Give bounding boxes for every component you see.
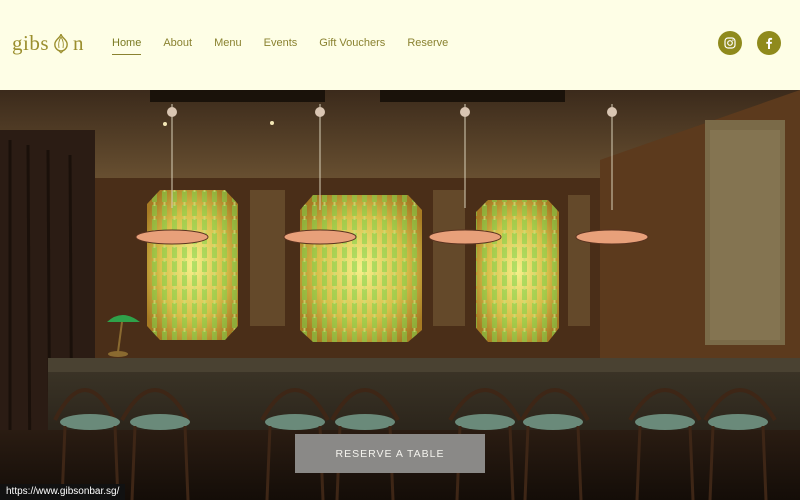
- hero-image: RESERVE A TABLE: [0, 90, 800, 500]
- glowing-shelf-left: [147, 190, 238, 340]
- nav-home[interactable]: Home: [112, 36, 142, 55]
- footer-url[interactable]: https://www.gibsonbar.sg/: [0, 484, 126, 500]
- brand-logo[interactable]: gibs n: [12, 28, 84, 58]
- glowing-shelf-center: [300, 195, 422, 342]
- site-header: gibs n Home About Menu Events Gift Vouch…: [0, 0, 800, 90]
- nav-events[interactable]: Events: [264, 36, 298, 55]
- main-nav: Home About Menu Events Gift Vouchers Res…: [112, 36, 470, 55]
- facebook-button[interactable]: [757, 31, 781, 55]
- brand-name-left: gibs: [12, 30, 50, 55]
- instagram-button[interactable]: [718, 31, 742, 55]
- nav-about[interactable]: About: [163, 36, 192, 55]
- nav-menu[interactable]: Menu: [214, 36, 242, 55]
- instagram-icon: [724, 37, 736, 49]
- reserve-table-button[interactable]: RESERVE A TABLE: [295, 434, 485, 473]
- nav-gift-vouchers[interactable]: Gift Vouchers: [319, 36, 385, 55]
- facebook-icon: [766, 37, 773, 49]
- glowing-shelf-right: [476, 200, 559, 342]
- nav-reserve[interactable]: Reserve: [407, 36, 448, 55]
- onion-icon: [50, 32, 72, 54]
- brand-name-right: n: [73, 30, 85, 55]
